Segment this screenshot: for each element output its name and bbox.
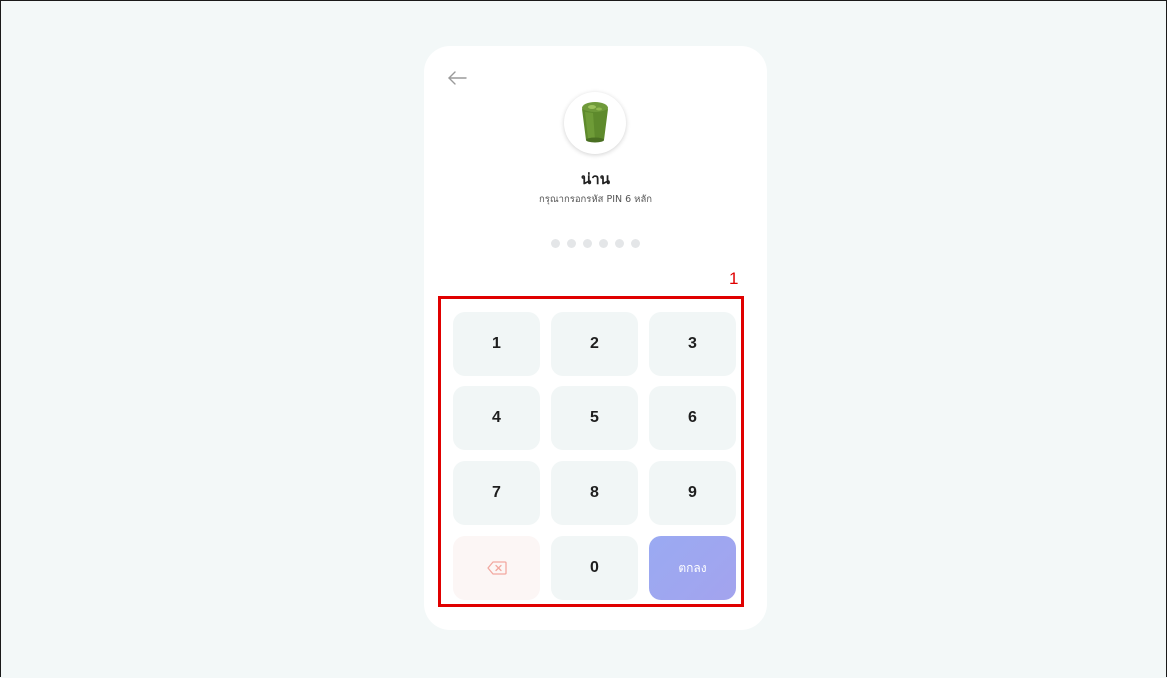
key-9[interactable]: 9 [649, 461, 736, 525]
key-5[interactable]: 5 [551, 386, 638, 450]
arrow-left-icon [448, 71, 467, 85]
key-4[interactable]: 4 [453, 386, 540, 450]
back-button[interactable] [446, 68, 470, 88]
key-6[interactable]: 6 [649, 386, 736, 450]
store-name: น่าน [581, 170, 610, 188]
key-0[interactable]: 0 [551, 536, 638, 600]
key-2[interactable]: 2 [551, 312, 638, 376]
key-7[interactable]: 7 [453, 461, 540, 525]
backspace-icon [486, 561, 507, 575]
pin-dot [583, 239, 592, 248]
pin-dot [599, 239, 608, 248]
annotation-label: 1 [729, 269, 739, 288]
pin-dot [631, 239, 640, 248]
pin-dot [615, 239, 624, 248]
pin-prompt: กรุณากรอกรหัส PIN 6 หลัก [538, 194, 653, 205]
store-avatar [564, 92, 626, 154]
screen-frame: น่าน กรุณากรอกรหัส PIN 6 หลัก 1 1 2 3 4 … [0, 0, 1167, 677]
confirm-button[interactable]: ตกลง [649, 536, 736, 600]
key-3[interactable]: 3 [649, 312, 736, 376]
delete-button[interactable] [453, 536, 540, 600]
pin-dot [567, 239, 576, 248]
green-drink-icon [582, 102, 608, 143]
pin-dot [551, 239, 560, 248]
key-1[interactable]: 1 [453, 312, 540, 376]
pin-indicator [424, 239, 767, 248]
key-8[interactable]: 8 [551, 461, 638, 525]
